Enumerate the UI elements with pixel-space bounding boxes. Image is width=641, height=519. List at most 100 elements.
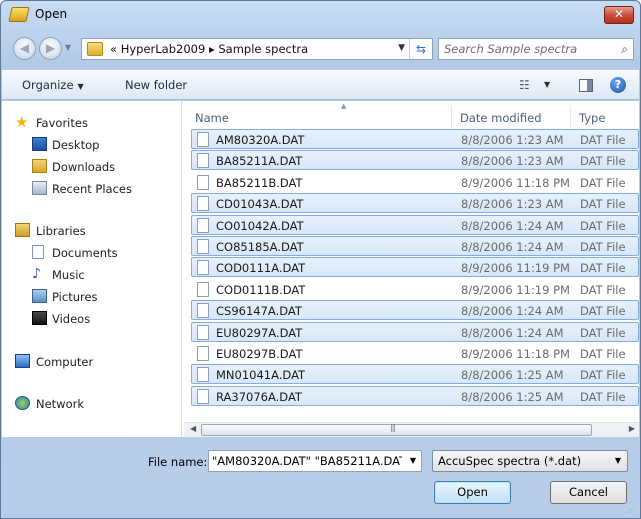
nav-item-downloads[interactable]: Downloads [2, 157, 180, 177]
breadcrumb-hyperlab2009[interactable]: HyperLab2009 [121, 42, 206, 56]
file-name-cell: AM80320A.DAT [216, 133, 305, 147]
table-row[interactable]: COD0111B.DAT 8/9/2006 11:19 PM DAT File [191, 279, 639, 299]
column-date-modified[interactable]: Date modified [460, 111, 542, 125]
videos-icon [32, 311, 47, 325]
command-bar: Organize ▼ New folder ☷ ▼ ? [2, 70, 639, 100]
pictures-icon [32, 289, 47, 303]
column-divider[interactable] [451, 106, 452, 128]
downloads-icon [32, 159, 47, 173]
type-cell: DAT File [580, 197, 626, 212]
table-row[interactable]: BA85211A.DAT 8/8/2006 1:23 AM DAT File [191, 150, 639, 171]
nav-label: Documents [52, 246, 118, 260]
nav-item-desktop[interactable]: Desktop [2, 135, 180, 155]
table-row[interactable]: CD01043A.DAT 8/8/2006 1:23 AM DAT File [191, 193, 639, 214]
views-dropdown-icon[interactable]: ▼ [544, 80, 550, 89]
search-icon[interactable]: ⌕ [621, 42, 628, 57]
help-icon[interactable]: ? [610, 77, 626, 93]
refresh-icon[interactable]: ⇆ [409, 39, 432, 59]
grip-icon: ||| [390, 423, 396, 432]
nav-label: Computer [36, 355, 94, 369]
table-row[interactable]: MN01041A.DAT 8/8/2006 1:25 AM DAT File [191, 364, 639, 385]
type-cell: DAT File [580, 218, 626, 233]
close-button[interactable]: ✕ [604, 6, 634, 24]
file-name-cell: COD0111B.DAT [216, 282, 306, 297]
column-name[interactable]: Name [195, 111, 229, 125]
new-folder-button[interactable]: New folder [125, 78, 187, 92]
scroll-left-icon[interactable]: ◀ [190, 424, 196, 433]
file-icon [197, 217, 209, 233]
music-icon: ♪ [32, 266, 41, 282]
file-name-cell: BA85211A.DAT [216, 154, 303, 169]
chevron-down-icon[interactable]: ▼ [410, 456, 416, 465]
date-modified-cell: 8/8/2006 1:23 AM [461, 197, 564, 212]
type-cell: DAT File [580, 389, 626, 404]
breadcrumb: « HyperLab2009 ▸ Sample spectra [110, 42, 308, 56]
address-bar[interactable]: « HyperLab2009 ▸ Sample spectra ▼ ⇆ [81, 38, 433, 60]
file-name-cell: CS96147A.DAT [216, 304, 302, 319]
nav-label: Pictures [52, 290, 98, 304]
network-icon [15, 396, 30, 410]
back-button[interactable]: ◀ [13, 37, 36, 60]
table-row[interactable]: COD0111A.DAT 8/9/2006 11:19 PM DAT File [191, 257, 639, 278]
search-box[interactable]: ⌕ [438, 38, 634, 60]
recent-locations-button[interactable]: ▼ [65, 43, 71, 52]
file-icon [197, 196, 209, 212]
nav-item-documents[interactable]: Documents [2, 243, 180, 263]
nav-libraries[interactable]: Libraries [2, 221, 180, 241]
nav-item-videos[interactable]: Videos [2, 309, 180, 329]
file-name-input[interactable] [212, 453, 402, 469]
breadcrumb-separator[interactable]: ▸ [209, 42, 215, 56]
file-list: ▲ Name Date modified Type AM80320A.DAT 8/… [184, 101, 639, 437]
breadcrumb-sample-spectra[interactable]: Sample spectra [218, 42, 308, 56]
open-button[interactable]: Open [434, 481, 511, 504]
table-row[interactable]: BA85211B.DAT 8/9/2006 11:18 PM DAT File [191, 172, 639, 192]
views-icon[interactable]: ☷ [519, 78, 530, 92]
type-cell: DAT File [580, 282, 626, 297]
organize-button[interactable]: Organize ▼ [22, 78, 84, 92]
nav-label: Desktop [52, 138, 100, 152]
date-modified-cell: 8/8/2006 1:24 AM [461, 304, 564, 319]
table-row[interactable]: EU80297A.DAT 8/8/2006 1:24 AM DAT File [191, 321, 639, 342]
table-row[interactable]: CO01042A.DAT 8/8/2006 1:24 AM DAT File [191, 214, 639, 235]
resize-grip-icon[interactable]: ⋰ [627, 505, 635, 514]
table-row[interactable]: RA37076A.DAT 8/8/2006 1:25 AM DAT File [191, 385, 639, 406]
open-dialog: Open ✕ ◀ ▶ ▼ « HyperLab2009 ▸ Sample spe… [0, 0, 641, 519]
file-name-cell: RA37076A.DAT [216, 389, 302, 404]
table-row[interactable]: AM80320A.DAT 8/8/2006 1:23 AM DAT File [191, 129, 639, 149]
organize-label: Organize [22, 78, 74, 92]
nav-label: Videos [52, 312, 91, 326]
computer-icon [15, 354, 30, 368]
file-type-select[interactable]: AccuSpec spectra (*.dat) ▼ [432, 450, 628, 472]
file-name-cell: BA85211B.DAT [216, 175, 303, 190]
nav-item-pictures[interactable]: Pictures [2, 287, 180, 307]
scroll-right-icon[interactable]: ▶ [629, 424, 635, 433]
window-title: Open [35, 7, 68, 21]
breadcrumb-overflow[interactable]: « [110, 42, 117, 56]
column-divider[interactable] [570, 106, 571, 128]
nav-network[interactable]: Network [2, 394, 180, 414]
nav-computer[interactable]: Computer [2, 352, 180, 372]
nav-favorites[interactable]: ★ Favorites [2, 113, 180, 133]
folder-icon [87, 42, 103, 56]
sort-ascending-icon: ▲ [341, 102, 347, 110]
table-row[interactable]: CO85185A.DAT 8/8/2006 1:24 AM DAT File [191, 236, 639, 256]
nav-label: Favorites [36, 116, 88, 130]
documents-icon [32, 245, 44, 259]
scrollbar-thumb[interactable]: ||| [201, 423, 592, 436]
column-type[interactable]: Type [579, 111, 605, 125]
nav-item-recent-places[interactable]: Recent Places [2, 179, 180, 199]
nav-item-music[interactable]: ♪ Music [2, 265, 180, 285]
nav-label: Network [36, 397, 85, 411]
cancel-button[interactable]: Cancel [550, 481, 627, 504]
forward-button[interactable]: ▶ [39, 37, 62, 60]
address-dropdown-icon[interactable]: ▼ [398, 43, 405, 53]
file-name-combo[interactable]: ▼ [208, 450, 422, 472]
nav-label: Downloads [52, 160, 116, 174]
table-row[interactable]: EU80297B.DAT 8/9/2006 11:18 PM DAT File [191, 343, 639, 363]
type-cell: DAT File [580, 240, 626, 254]
horizontal-scrollbar[interactable]: ◀ ||| ▶ [184, 422, 639, 437]
chevron-down-icon: ▼ [77, 82, 84, 91]
search-input[interactable] [444, 41, 609, 57]
preview-pane-icon[interactable] [579, 79, 593, 92]
table-row[interactable]: CS96147A.DAT 8/8/2006 1:24 AM DAT File [191, 300, 639, 321]
